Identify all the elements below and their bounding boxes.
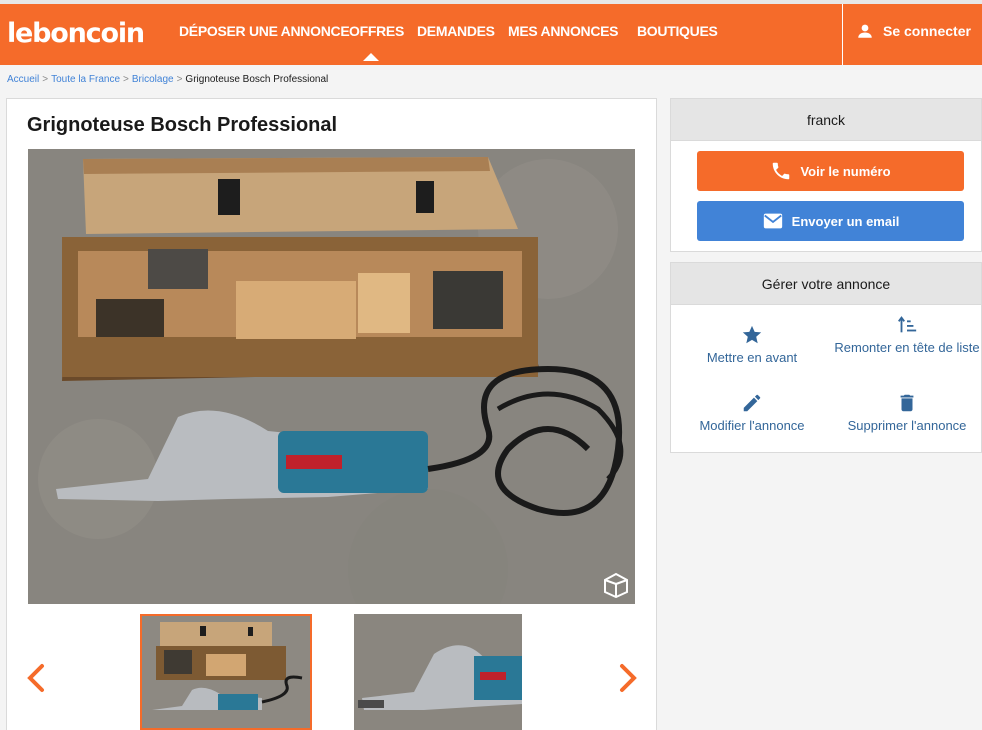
- main-photo-image: [28, 149, 635, 604]
- nav-mes-annonces[interactable]: MES ANNONCES: [508, 22, 619, 40]
- breadcrumb-separator: >: [123, 74, 129, 85]
- header-divider: [842, 4, 843, 65]
- delete-ad-label: Supprimer l'annonce: [847, 418, 967, 433]
- previous-photo-arrow-icon[interactable]: [25, 662, 47, 694]
- promote-ad-button[interactable]: Mettre en avant: [677, 324, 827, 367]
- breadcrumb-toute-la-france[interactable]: Toute la France: [51, 74, 120, 85]
- nav-demandes[interactable]: DEMANDES: [417, 22, 495, 40]
- show-phone-label: Voir le numéro: [800, 163, 891, 179]
- ad-title: Grignoteuse Bosch Professional: [27, 114, 338, 136]
- edit-ad-button[interactable]: Modifier l'annonce: [677, 392, 827, 435]
- delete-ad-button[interactable]: Supprimer l'annonce: [832, 392, 982, 435]
- next-photo-arrow-icon[interactable]: [617, 662, 639, 694]
- nav-deposer-annonce[interactable]: DÉPOSER UNE ANNONCE: [179, 22, 350, 40]
- breadcrumb-separator: >: [42, 74, 49, 85]
- breadcrumb-separator: >: [176, 74, 183, 85]
- breadcrumb-bricolage[interactable]: Bricolage: [132, 74, 174, 85]
- star-icon: [742, 325, 762, 344]
- bump-ad-label: Remonter en tête de liste: [834, 340, 980, 355]
- thumbnail-1-image: [142, 616, 310, 728]
- bump-ad-button[interactable]: Remonter en tête de liste: [832, 314, 982, 357]
- breadcrumb-current: Grignoteuse Bosch Professional: [185, 74, 329, 85]
- thumbnail-1[interactable]: [140, 614, 312, 730]
- nav-offres[interactable]: OFFRES: [349, 22, 404, 40]
- thumbnail-2-image: [354, 614, 522, 730]
- promote-ad-label: Mettre en avant: [706, 350, 798, 365]
- login-label: Se connecter: [883, 23, 971, 39]
- breadcrumb: Accueil > Toute la France > Bricolage > Grigno…: [7, 74, 328, 85]
- seller-card: franck Voir le numéro Envoyer un email: [670, 98, 982, 252]
- send-email-label: Envoyer un email: [791, 213, 900, 229]
- send-email-button[interactable]: Envoyer un email: [697, 201, 964, 241]
- site-logo[interactable]: leboncoin: [7, 18, 145, 50]
- nav-boutiques[interactable]: BOUTIQUES: [637, 22, 718, 40]
- user-icon: [858, 24, 872, 38]
- seller-name: franck: [671, 99, 981, 141]
- active-nav-indicator: [363, 53, 379, 61]
- pencil-icon: [743, 394, 761, 412]
- show-phone-button[interactable]: Voir le numéro: [697, 151, 964, 191]
- breadcrumb-accueil[interactable]: Accueil: [7, 74, 39, 85]
- envelope-icon: [763, 213, 782, 229]
- edit-ad-label: Modifier l'annonce: [699, 418, 805, 433]
- photo-watermark-icon: [603, 572, 629, 599]
- login-button[interactable]: Se connecter: [856, 22, 971, 40]
- thumbnail-2[interactable]: [354, 614, 522, 730]
- phone-icon: [773, 162, 790, 180]
- trash-icon: [900, 394, 914, 412]
- manage-ad-title: Gérer votre annonce: [671, 263, 981, 305]
- main-photo[interactable]: [28, 149, 635, 604]
- sort-up-icon: [898, 316, 917, 333]
